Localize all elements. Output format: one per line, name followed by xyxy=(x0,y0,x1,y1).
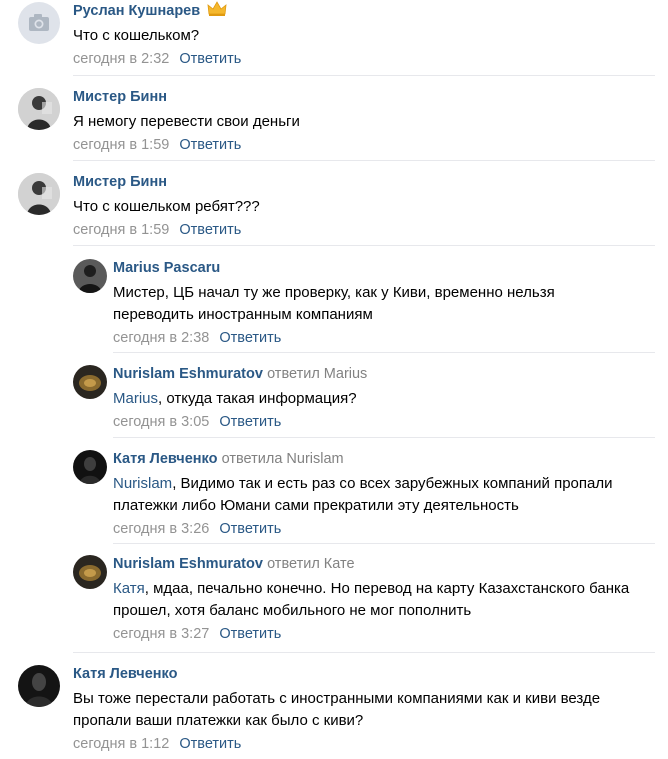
comment-text: Что с кошельком? xyxy=(73,27,200,44)
user-photo xyxy=(18,88,60,130)
divider xyxy=(113,437,655,438)
author-name[interactable]: Мистер Бинн xyxy=(73,89,167,105)
avatar[interactable] xyxy=(73,555,107,589)
mention-link[interactable]: Катя xyxy=(113,580,145,597)
reply-button[interactable]: Ответить xyxy=(219,330,281,346)
reply-button[interactable]: Ответить xyxy=(179,736,241,752)
crown-icon xyxy=(207,1,227,16)
comment-text: Я немогу перевести свои деньги xyxy=(73,113,300,130)
reply-button[interactable]: Ответить xyxy=(219,521,281,537)
author-name[interactable]: Nurislam Eshmuratov xyxy=(113,366,263,382)
mention-link[interactable]: Marius xyxy=(113,390,158,407)
author-name[interactable]: Катя Левченко xyxy=(73,666,177,682)
timestamp[interactable]: сегодня в 3:27 xyxy=(113,626,209,642)
timestamp[interactable]: сегодня в 1:59 xyxy=(73,137,169,153)
avatar[interactable] xyxy=(18,665,60,707)
comment-text: Вы тоже перестали работать с иностранным… xyxy=(73,690,601,729)
replied-to[interactable]: ответил Marius xyxy=(267,366,367,382)
comment-text: Катя, мдаа, печально конечно. Но перевод… xyxy=(113,580,630,619)
avatar[interactable] xyxy=(73,450,107,484)
divider xyxy=(113,352,655,353)
avatar[interactable] xyxy=(18,2,60,44)
author-name[interactable]: Мистер Бинн xyxy=(73,174,167,190)
divider xyxy=(73,75,655,76)
author-name[interactable]: Катя Левченко xyxy=(113,451,217,467)
timestamp[interactable]: сегодня в 2:38 xyxy=(113,330,209,346)
avatar[interactable] xyxy=(18,173,60,215)
camera-placeholder-icon xyxy=(29,14,49,31)
reply-button[interactable]: Ответить xyxy=(179,137,241,153)
timestamp[interactable]: сегодня в 2:32 xyxy=(73,51,169,67)
divider xyxy=(73,245,655,246)
user-photo xyxy=(18,173,60,215)
replied-to[interactable]: ответила Nurislam xyxy=(222,451,344,467)
reply-button[interactable]: Ответить xyxy=(179,222,241,238)
user-photo xyxy=(73,365,107,399)
timestamp[interactable]: сегодня в 1:59 xyxy=(73,222,169,238)
author-name[interactable]: Руслан Кушнарев xyxy=(73,3,200,19)
author-name[interactable]: Nurislam Eshmuratov xyxy=(113,556,263,572)
reply-button[interactable]: Ответить xyxy=(219,626,281,642)
comment-text: Что с кошельком ребят??? xyxy=(73,198,260,215)
timestamp[interactable]: сегодня в 3:05 xyxy=(113,414,209,430)
comment-text: Мистер, ЦБ начал ту же проверку, как у К… xyxy=(113,284,555,323)
reply-button[interactable]: Ответить xyxy=(219,414,281,430)
author-name[interactable]: Marius Pascaru xyxy=(113,260,220,276)
comment-text: Nurislam, Видимо так и есть раз со всех … xyxy=(113,475,613,514)
timestamp[interactable]: сегодня в 1:12 xyxy=(73,736,169,752)
user-photo xyxy=(18,665,60,707)
mention-link[interactable]: Nurislam xyxy=(113,475,172,492)
user-photo xyxy=(73,555,107,589)
reply-button[interactable]: Ответить xyxy=(179,51,241,67)
avatar[interactable] xyxy=(73,259,107,293)
replied-to[interactable]: ответил Кате xyxy=(267,556,354,572)
comment-text: Marius, откуда такая информация? xyxy=(113,390,357,407)
timestamp[interactable]: сегодня в 3:26 xyxy=(113,521,209,537)
avatar[interactable] xyxy=(73,365,107,399)
divider xyxy=(73,652,655,653)
user-photo xyxy=(73,450,107,484)
avatar[interactable] xyxy=(18,88,60,130)
divider xyxy=(113,543,655,544)
user-photo xyxy=(73,259,107,293)
divider xyxy=(73,160,655,161)
